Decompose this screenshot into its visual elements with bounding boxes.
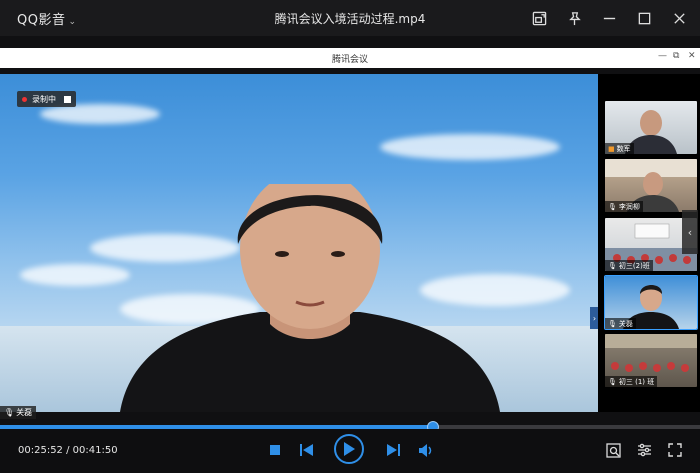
participant-name: 初三(2)班 [618, 261, 650, 270]
speaker-name: 关磊 [16, 408, 33, 417]
participant-name: 初三 (1) 班 [618, 377, 655, 386]
maximize-icon[interactable] [633, 7, 655, 29]
chevron-right-icon[interactable]: › [590, 307, 598, 329]
microphone-icon: 🎙 [608, 319, 617, 328]
time-display: 00:25:52 / 00:41:50 [18, 445, 118, 456]
screenshot-icon[interactable] [605, 442, 621, 458]
participant-name: 数军 [616, 144, 631, 153]
participant-tile-active[interactable]: 🎙 关磊 [604, 275, 698, 330]
orange-user-icon: ■ [608, 144, 615, 153]
play-icon [344, 442, 355, 456]
meeting-restore-icon[interactable]: ⧉ [673, 51, 679, 61]
participant-name: 李润柳 [618, 202, 640, 211]
time-separator: / [62, 445, 73, 456]
record-dot-icon [22, 96, 27, 102]
microphone-icon: 🎙 [608, 377, 617, 386]
meeting-minimize-icon[interactable]: — [658, 51, 667, 61]
next-icon[interactable] [386, 443, 400, 457]
meeting-window-bar: 腾讯会议 — ⧉ ✕ [0, 48, 700, 68]
fullscreen-icon[interactable] [667, 442, 683, 458]
meeting-title: 腾讯会议 [331, 55, 368, 65]
current-time: 00:25:52 [18, 445, 63, 456]
picture-in-picture-icon[interactable] [528, 7, 550, 29]
close-icon[interactable] [668, 7, 690, 29]
speaker-name-tag: 🎙 关磊 [0, 406, 37, 419]
play-button[interactable] [334, 434, 364, 464]
microphone-icon: 🎙 [4, 408, 15, 417]
participant-tile[interactable]: 🎙 初三 (1) 班 [605, 334, 697, 387]
recording-label: 录制中 [32, 94, 56, 104]
minimize-icon[interactable] [598, 7, 620, 29]
player-titlebar: QQ影音 ⌄ 腾讯会议入境活动过程.mp4 [0, 0, 700, 36]
microphone-icon: 🎙 [608, 202, 617, 211]
speaker-figure [120, 184, 500, 412]
stop-icon[interactable] [269, 444, 281, 456]
participant-tile[interactable]: ■ 数军 [605, 101, 697, 154]
total-time: 00:41:50 [72, 445, 118, 456]
meeting-close-icon[interactable]: ✕ [688, 51, 696, 61]
volume-icon[interactable] [418, 442, 434, 458]
participant-tile[interactable]: 🎙 李润柳 [605, 159, 697, 212]
stop-record-icon[interactable] [64, 95, 71, 103]
chevron-left-icon[interactable]: ‹ [682, 210, 698, 254]
microphone-icon: 🎙 [608, 261, 617, 270]
previous-icon[interactable] [299, 443, 313, 457]
recording-indicator[interactable]: 录制中 [17, 91, 76, 107]
main-video[interactable]: › [0, 74, 598, 412]
player-controls: 00:25:52 / 00:41:50 [0, 429, 700, 473]
participant-name: 关磊 [618, 319, 633, 328]
settings-icon[interactable] [636, 442, 652, 458]
pin-icon[interactable] [563, 7, 585, 29]
